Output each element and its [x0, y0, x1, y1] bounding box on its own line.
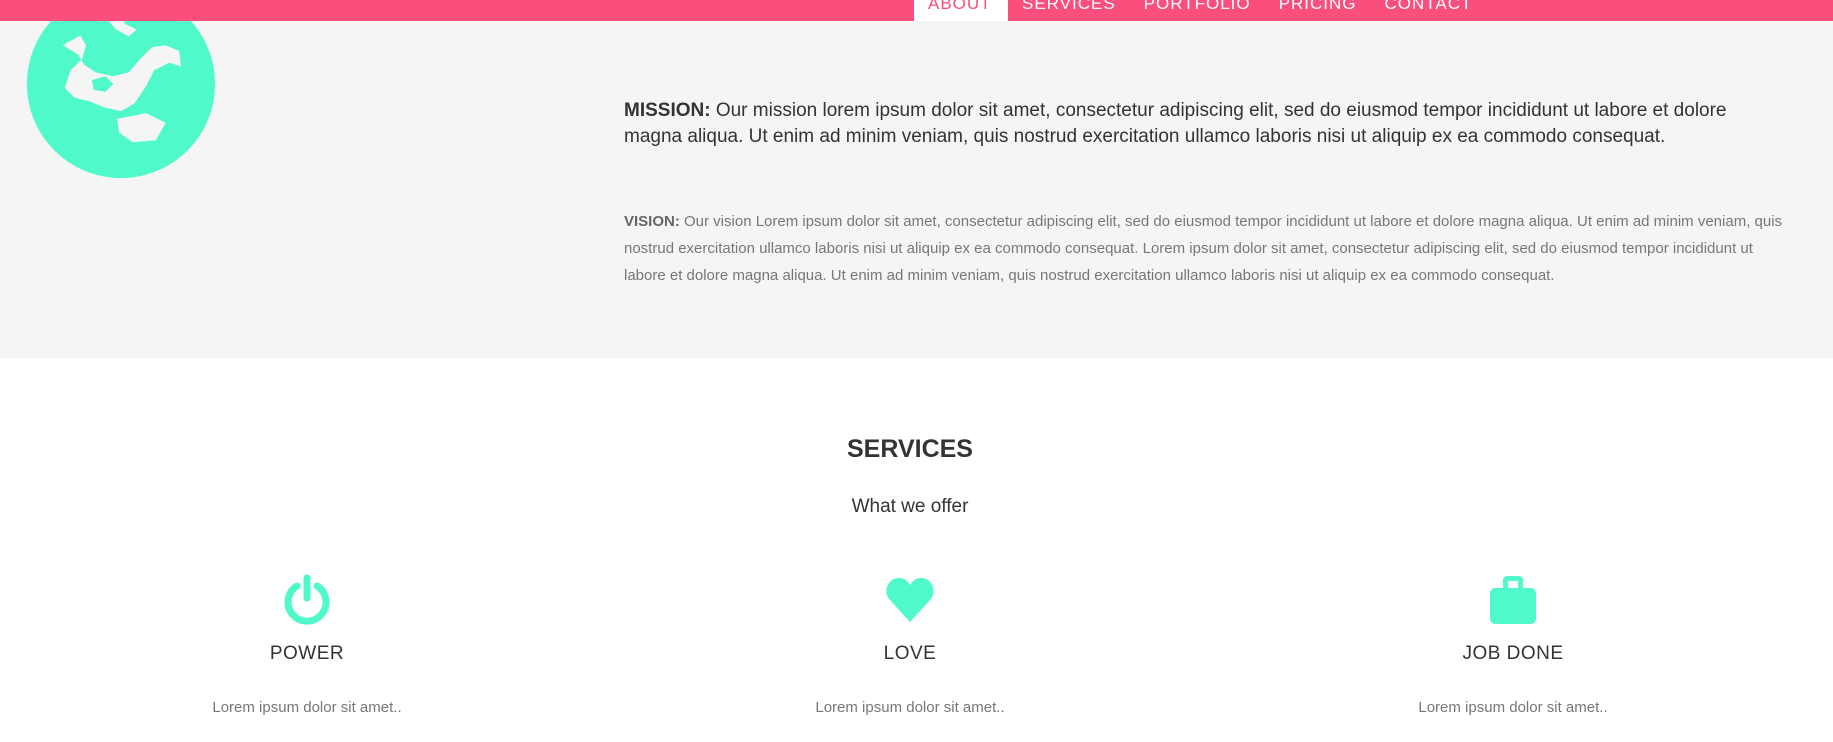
vision-label: VISION: [624, 213, 680, 230]
service-text: Lorem ipsum dolor sit amet.. [1418, 699, 1608, 716]
nav-item-services[interactable]: SERVICES [1008, 0, 1130, 21]
service-title: LOVE [883, 643, 937, 664]
top-navbar: ABOUT SERVICES PORTFOLIO PRICING CONTACT [0, 0, 1833, 21]
mission-text: Our mission lorem ipsum dolor sit amet, … [624, 100, 1727, 147]
service-card-love: LOVE Lorem ipsum dolor sit amet.. [710, 574, 1110, 715]
page: OUR VALUES MISSION: Our mission lorem ip… [0, 0, 1833, 742]
service-text: Lorem ipsum dolor sit amet.. [815, 699, 1005, 716]
vision-paragraph: VISION: Our vision Lorem ipsum dolor sit… [624, 208, 1794, 289]
globe-icon [26, 0, 216, 179]
services-title: SERVICES [847, 435, 973, 463]
nav-item-pricing[interactable]: PRICING [1265, 0, 1371, 21]
mission-paragraph: MISSION: Our mission lorem ipsum dolor s… [624, 98, 1774, 150]
nav-item-label: SERVICES [1022, 0, 1116, 13]
heart-icon [886, 578, 934, 622]
nav-item-contact[interactable]: CONTACT [1370, 0, 1486, 21]
nav-item-label: PRICING [1278, 0, 1357, 13]
vision-text: Our vision Lorem ipsum dolor sit amet, c… [624, 213, 1783, 284]
mission-label: MISSION: [624, 100, 711, 121]
nav-item-label: CONTACT [1384, 0, 1473, 13]
service-card-power: POWER Lorem ipsum dolor sit amet.. [107, 574, 507, 715]
service-title: POWER [269, 643, 345, 664]
briefcase-icon [1490, 576, 1536, 624]
service-text: Lorem ipsum dolor sit amet.. [212, 699, 402, 716]
service-card-job-done: JOB DONE Lorem ipsum dolor sit amet.. [1313, 574, 1713, 715]
power-icon [284, 574, 330, 625]
nav-menu: ABOUT SERVICES PORTFOLIO PRICING CONTACT [914, 0, 1486, 21]
values-section: OUR VALUES MISSION: Our mission lorem ip… [0, 0, 1833, 358]
services-subtitle: What we offer [851, 496, 969, 517]
service-title: JOB DONE [1462, 643, 1564, 664]
nav-item-label: PORTFOLIO [1143, 0, 1251, 13]
nav-item-label: ABOUT [928, 0, 992, 13]
nav-item-about[interactable]: ABOUT [914, 0, 1008, 21]
nav-item-portfolio[interactable]: PORTFOLIO [1130, 0, 1265, 21]
